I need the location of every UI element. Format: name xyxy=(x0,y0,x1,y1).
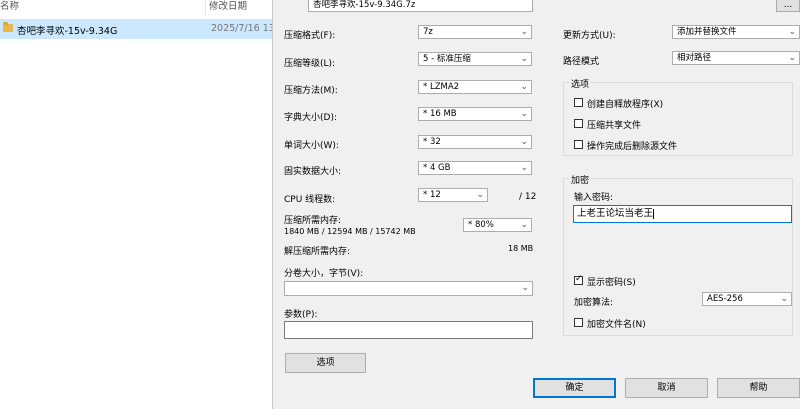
column-separator[interactable] xyxy=(205,0,206,16)
params-label: 参数(P): xyxy=(284,310,318,320)
shared-checkbox[interactable] xyxy=(574,119,583,128)
folder-icon xyxy=(3,22,13,32)
split-label: 分卷大小，字节(V): xyxy=(284,269,364,279)
cpu-label: CPU 线程数: xyxy=(284,195,336,205)
format-value: 7z xyxy=(423,27,433,37)
mem-decomp-label: 解压缩所需内存: xyxy=(284,247,351,257)
show-password-checkbox[interactable] xyxy=(574,274,583,285)
format-label: 压缩格式(F): xyxy=(284,31,336,41)
update-value: 添加并替换文件 xyxy=(677,27,737,37)
update-combo[interactable]: 添加并替换文件 ⌄ xyxy=(672,25,800,39)
text-caret xyxy=(653,208,655,219)
word-value: * 32 xyxy=(423,137,441,147)
chevron-down-icon: ⌄ xyxy=(520,109,528,119)
mem-decomp-value: 18 MB xyxy=(508,244,534,253)
cpu-combo[interactable]: * 12 ⌄ xyxy=(418,188,488,202)
path-mode-combo[interactable]: 相对路径 ⌄ xyxy=(672,51,800,65)
file-name: 杏吧李寻欢-15v-9.34G xyxy=(17,26,118,37)
file-date: 2025/7/16 13 xyxy=(211,23,272,34)
chevron-down-icon: ⌄ xyxy=(520,137,528,147)
file-explorer-pane: 名称 修改日期 杏吧李寻欢-15v-9.34G 2025/7/16 13 xyxy=(0,0,272,409)
mem-percent-combo[interactable]: * 80% ⌄ xyxy=(463,218,532,232)
method-value: * LZMA2 xyxy=(423,82,460,92)
mem-comp-label: 压缩所需内存: xyxy=(284,216,342,226)
cancel-button[interactable]: 取消 xyxy=(625,378,708,398)
mem-percent-value: * 80% xyxy=(468,220,494,230)
column-header-date[interactable]: 修改日期 xyxy=(209,0,247,16)
encryption-group-title: 加密 xyxy=(569,173,592,186)
delete-source-checkbox[interactable] xyxy=(574,140,583,149)
chevron-down-icon: ⌄ xyxy=(520,220,528,230)
level-value: 5 - 标准压缩 xyxy=(423,54,471,64)
encryption-method-label: 加密算法: xyxy=(574,298,614,308)
browse-button[interactable]: ... xyxy=(776,0,800,12)
chevron-down-icon: ⌄ xyxy=(788,53,796,63)
method-combo[interactable]: * LZMA2 ⌄ xyxy=(418,80,532,94)
level-combo[interactable]: 5 - 标准压缩 ⌄ xyxy=(418,52,532,66)
chevron-down-icon: ⌄ xyxy=(520,82,528,92)
solid-value: * 4 GB xyxy=(423,163,451,173)
chevron-down-icon: ⌄ xyxy=(521,283,529,293)
dict-combo[interactable]: * 16 MB ⌄ xyxy=(418,107,532,121)
chevron-down-icon: ⌄ xyxy=(780,294,788,304)
word-label: 单词大小(W): xyxy=(284,141,339,151)
format-combo[interactable]: 7z ⌄ xyxy=(418,25,532,39)
help-button[interactable]: 帮助 xyxy=(717,378,800,398)
cpu-total: / 12 xyxy=(519,192,537,202)
solid-combo[interactable]: * 4 GB ⌄ xyxy=(418,161,532,175)
update-label: 更新方式(U): xyxy=(563,31,616,41)
dict-value: * 16 MB xyxy=(423,109,457,119)
options-group-title: 选项 xyxy=(569,77,592,90)
password-input[interactable]: 上老王论坛当老王 xyxy=(573,205,792,223)
chevron-down-icon: ⌄ xyxy=(520,27,528,37)
password-value: 上老王论坛当老王 xyxy=(577,208,654,219)
ok-button[interactable]: 确定 xyxy=(533,378,616,398)
encrypt-names-checkbox[interactable] xyxy=(574,318,583,327)
delete-source-label: 操作完成后删除源文件 xyxy=(587,142,678,152)
chevron-down-icon: ⌄ xyxy=(520,163,528,173)
add-to-archive-dialog: 杏吧李寻欢-15v-9.34G.7z ... 压缩格式(F): 7z ⌄ 压缩等级… xyxy=(273,0,800,409)
word-combo[interactable]: * 32 ⌄ xyxy=(418,135,532,149)
chevron-down-icon: ⌄ xyxy=(788,27,796,37)
path-mode-value: 相对路径 xyxy=(677,53,712,63)
method-label: 压缩方法(M): xyxy=(284,86,338,96)
solid-label: 固实数据大小: xyxy=(284,167,342,177)
encryption-method-combo[interactable]: AES-256 ⌄ xyxy=(702,292,792,306)
level-label: 压缩等级(L): xyxy=(284,59,336,69)
split-combo[interactable]: ⌄ xyxy=(284,281,533,296)
column-header-name[interactable]: 名称 xyxy=(0,0,19,16)
archive-path-value: 杏吧李寻欢-15v-9.34G.7z xyxy=(313,0,416,10)
sfx-checkbox[interactable] xyxy=(574,98,583,107)
password-label: 输入密码: xyxy=(574,193,614,203)
mem-comp-detail: 1840 MB / 12594 MB / 15742 MB xyxy=(284,227,416,236)
sfx-label: 创建自释放程序(X) xyxy=(587,100,664,110)
archive-path-combo[interactable]: 杏吧李寻欢-15v-9.34G.7z xyxy=(308,0,533,12)
shared-label: 压缩共享文件 xyxy=(587,121,642,131)
path-mode-label: 路径模式 xyxy=(563,57,600,67)
options-button[interactable]: 选项 xyxy=(285,353,366,373)
show-password-label: 显示密码(S) xyxy=(587,278,636,288)
params-input[interactable] xyxy=(284,321,533,339)
chevron-down-icon: ⌄ xyxy=(476,190,484,200)
cpu-value: * 12 xyxy=(423,190,441,200)
chevron-down-icon: ⌄ xyxy=(520,54,528,64)
encryption-method-value: AES-256 xyxy=(707,294,743,304)
dict-label: 字典大小(D): xyxy=(284,113,337,123)
encrypt-names-label: 加密文件名(N) xyxy=(587,320,646,330)
